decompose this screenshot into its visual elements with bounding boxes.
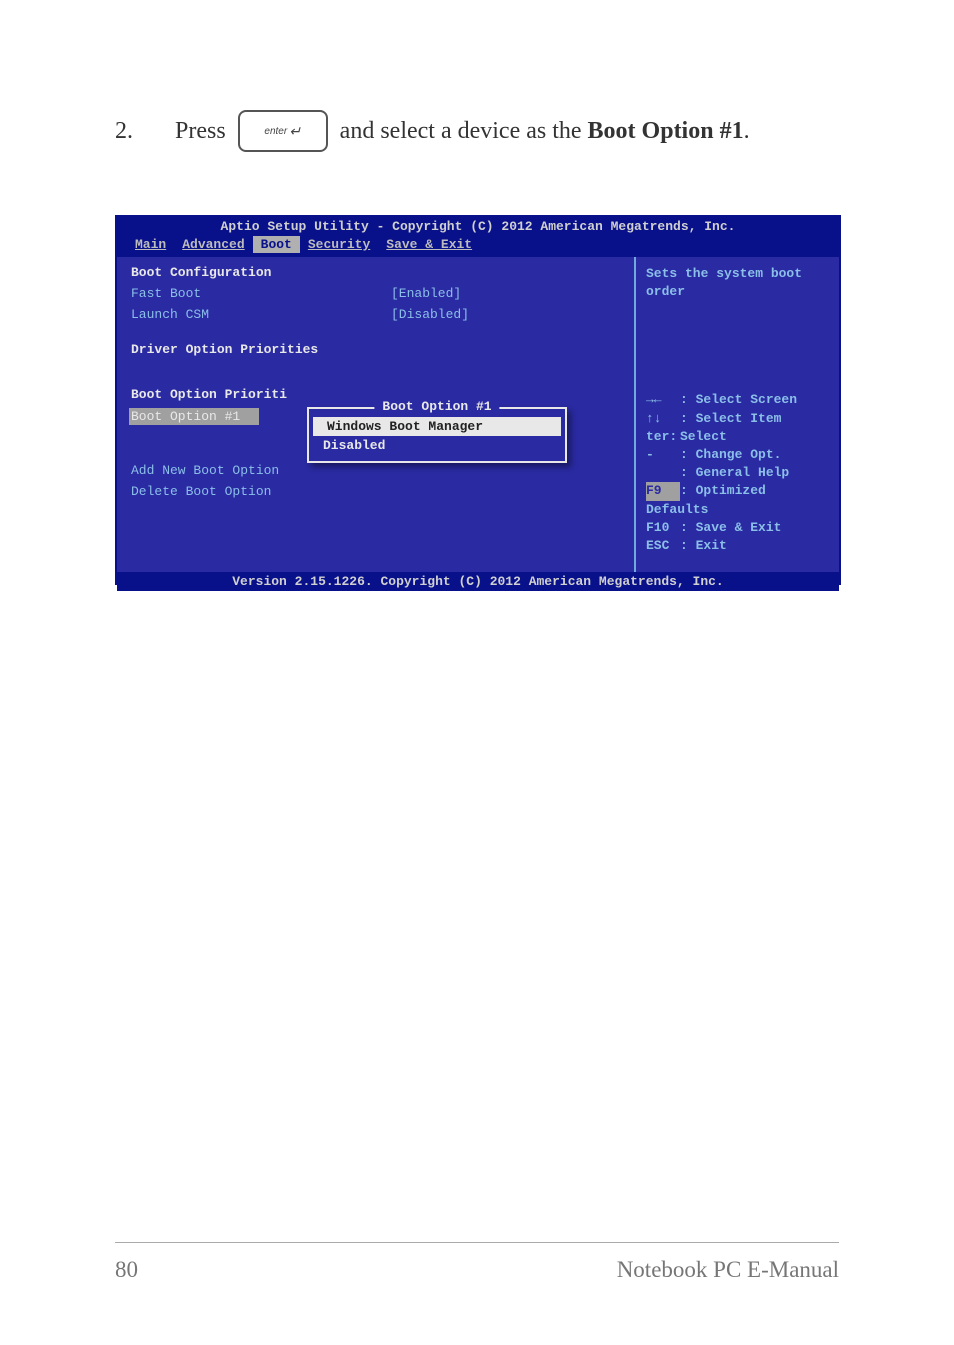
instruction-line: 2. Press enter↵ and select a device as t… [115,110,750,152]
popup-item-disabled[interactable]: Disabled [309,436,565,455]
tab-save-exit[interactable]: Save & Exit [378,236,480,253]
tab-advanced[interactable]: Advanced [174,236,252,253]
help-description: Sets the system boot order [646,265,829,301]
instruction-text: and select a device as the Boot Option #… [340,118,750,145]
help-select-screen: →←: Select Screen [646,391,829,409]
boot-option-1-label: Boot Option #1 [129,408,259,425]
help-optimized: F9: Optimized Defaults [646,482,829,518]
help-general: : General Help [646,464,829,482]
tab-main[interactable]: Main [127,236,174,253]
help-save-exit: F10: Save & Exit [646,519,829,537]
tab-boot[interactable]: Boot [253,236,300,253]
fast-boot-label: Fast Boot [131,286,391,301]
bios-menubar: Main Advanced Boot Security Save & Exit [117,236,839,257]
help-exit: ESC: Exit [646,537,829,555]
popup-title: Boot Option #1 [374,399,499,414]
step-number: 2. [115,118,133,145]
page-number: 80 [115,1257,138,1283]
bios-main-panel: Boot Configuration Fast Boot [Enabled] L… [117,257,634,572]
fast-boot-row[interactable]: Fast Boot [Enabled] [131,286,620,301]
launch-csm-value: [Disabled] [391,307,469,322]
help-select-item: ↑↓: Select Item [646,410,829,428]
bios-help-panel: Sets the system boot order →←: Select Sc… [634,257,839,572]
driver-priorities-header: Driver Option Priorities [131,342,620,357]
press-label: Press [175,118,226,145]
manual-title: Notebook PC E-Manual [617,1257,839,1283]
delete-boot-option[interactable]: Delete Boot Option [131,484,620,499]
add-boot-option[interactable]: Add New Boot Option [131,463,620,478]
popup-item-windows[interactable]: Windows Boot Manager [313,417,561,436]
help-select: ter:Select [646,428,829,446]
page-footer: 80 Notebook PC E-Manual [115,1242,839,1283]
bios-version: Version 2.15.1226. Copyright (C) 2012 Am… [117,572,839,591]
bios-screenshot: Aptio Setup Utility - Copyright (C) 2012… [115,215,841,585]
bios-title: Aptio Setup Utility - Copyright (C) 2012… [117,217,839,236]
launch-csm-row[interactable]: Launch CSM [Disabled] [131,307,620,322]
help-change-opt: -: Change Opt. [646,446,829,464]
fast-boot-value: [Enabled] [391,286,461,301]
enter-arrow-icon: ↵ [289,123,301,140]
boot-config-header: Boot Configuration [131,265,620,280]
enter-key-icon: enter↵ [238,110,328,152]
tab-security[interactable]: Security [300,236,378,253]
launch-csm-label: Launch CSM [131,307,391,322]
boot-option-popup: Boot Option #1 Windows Boot Manager Disa… [307,407,567,463]
bios-body: Boot Configuration Fast Boot [Enabled] L… [117,257,839,572]
